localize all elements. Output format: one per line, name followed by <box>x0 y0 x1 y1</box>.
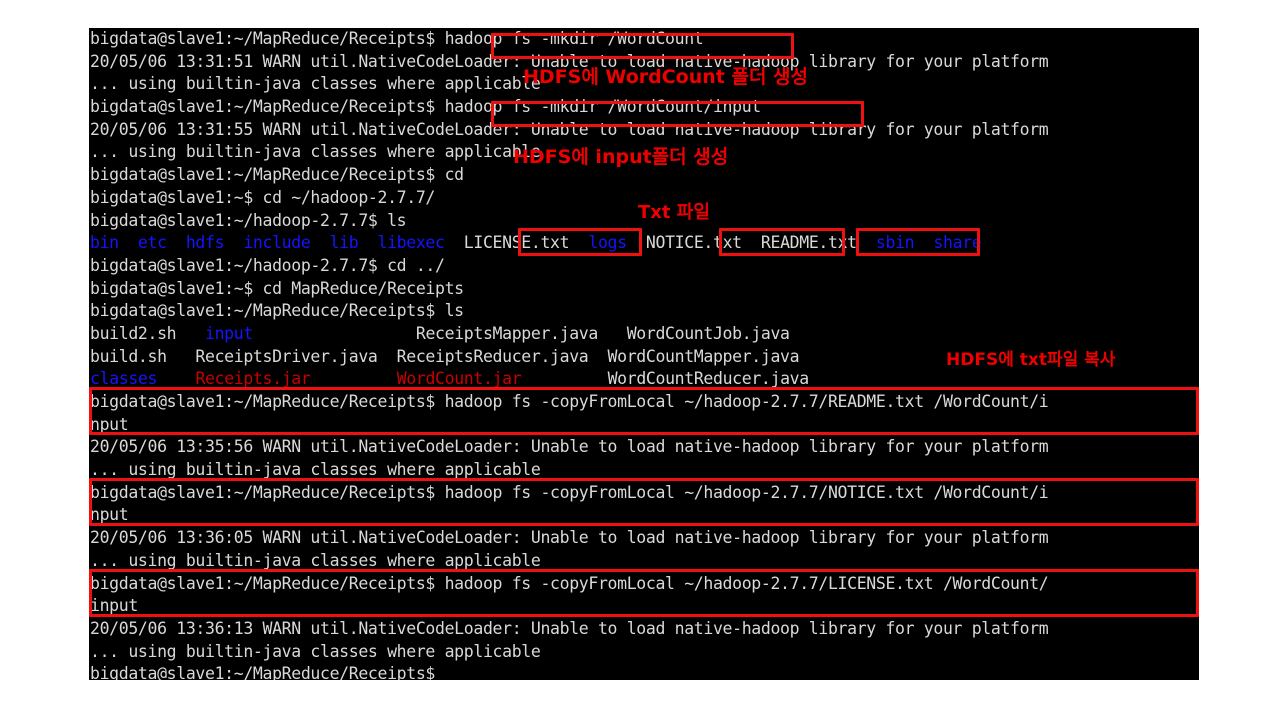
terminal-line: ... using builtin-java classes where app… <box>89 73 1199 96</box>
terminal-text-segment: bigdata@slave1:~/MapReduce/Receipts$ had… <box>90 97 761 117</box>
terminal-text-segment: LICENSE.txt <box>463 233 570 253</box>
terminal-line: 20/05/06 13:31:55 WARN util.NativeCodeLo… <box>89 119 1199 142</box>
terminal-text-segment: bigdata@slave1:~/MapReduce/Receipts$ cd <box>90 165 464 185</box>
terminal-text-segment: bin etc hdfs include lib libexec <box>90 233 464 253</box>
terminal-line: 20/05/06 13:31:51 WARN util.NativeCodeLo… <box>89 51 1199 74</box>
terminal-line: bigdata@slave1:~/hadoop-2.7.7$ ls <box>89 210 1199 233</box>
terminal-text-segment: bigdata@slave1:~/MapReduce/Receipts$ had… <box>90 482 1049 502</box>
terminal-text-segment: WordCount.jar <box>396 369 522 389</box>
terminal-line: build.sh ReceiptsDriver.java ReceiptsRed… <box>89 346 1199 369</box>
terminal-line: 20/05/06 13:35:56 WARN util.NativeCodeLo… <box>89 436 1199 459</box>
terminal-text-segment: bigdata@slave1:~/hadoop-2.7.7$ cd ../ <box>90 255 445 275</box>
terminal-line: ... using builtin-java classes where app… <box>89 141 1199 164</box>
terminal-line: input <box>89 595 1199 618</box>
terminal-text-segment: Receipts.jar <box>195 369 311 389</box>
terminal-text-segment: input <box>205 323 253 343</box>
terminal-text-segment: ... using builtin-java classes where app… <box>90 460 541 480</box>
terminal-text-segment: NOTICE.txt README.txt <box>645 233 857 253</box>
terminal-line: bigdata@slave1:~$ cd ~/hadoop-2.7.7/ <box>89 187 1199 210</box>
terminal-text-segment: bigdata@slave1:~$ cd ~/hadoop-2.7.7/ <box>90 187 436 207</box>
terminal-text-segment: ReceiptsMapper.java WordCountJob.java <box>252 323 790 343</box>
terminal-text-segment: 20/05/06 13:36:05 WARN util.NativeCodeLo… <box>90 528 1049 548</box>
terminal-window[interactable]: bigdata@slave1:~/MapReduce/Receipts$ had… <box>89 28 1199 680</box>
terminal-text-segment: bigdata@slave1:~/MapReduce/Receipts$ ls <box>90 301 464 321</box>
terminal-line: nput <box>89 504 1199 527</box>
terminal-text-segment: bigdata@slave1:~$ cd MapReduce/Receipts <box>90 278 464 298</box>
terminal-text-segment: input <box>90 596 138 616</box>
terminal-line: bigdata@slave1:~/MapReduce/Receipts$ had… <box>89 482 1199 505</box>
terminal-line: bigdata@slave1:~/MapReduce/Receipts$ ls <box>89 300 1199 323</box>
terminal-text-segment: ... using builtin-java classes where app… <box>90 142 541 162</box>
terminal-text-segment: sbin share <box>856 233 982 253</box>
terminal-line: build2.sh input ReceiptsMapper.java Word… <box>89 323 1199 346</box>
terminal-line: nput <box>89 414 1199 437</box>
terminal-text-segment: ... using builtin-java classes where app… <box>90 641 541 661</box>
terminal-line: ... using builtin-java classes where app… <box>89 459 1199 482</box>
terminal-text-segment: classes <box>90 369 158 389</box>
terminal-line: bigdata@slave1:~/hadoop-2.7.7$ cd ../ <box>89 255 1199 278</box>
terminal-line: bigdata@slave1:~/MapReduce/Receipts$ had… <box>89 28 1199 51</box>
terminal-line: bigdata@slave1:~/MapReduce/Receipts$ <box>89 663 1199 680</box>
terminal-line: classes Receipts.jar WordCount.jar WordC… <box>89 368 1199 391</box>
terminal-text-segment: bigdata@slave1:~/MapReduce/Receipts$ had… <box>90 392 1049 411</box>
terminal-text-segment: 20/05/06 13:36:13 WARN util.NativeCodeLo… <box>90 618 1049 638</box>
terminal-text-segment: nput <box>90 505 129 525</box>
terminal-text-segment: ... using builtin-java classes where app… <box>90 550 541 570</box>
terminal-line: ... using builtin-java classes where app… <box>89 641 1199 664</box>
terminal-line: bigdata@slave1:~/MapReduce/Receipts$ had… <box>89 391 1199 414</box>
terminal-line: ... using builtin-java classes where app… <box>89 550 1199 573</box>
terminal-text-segment: nput <box>90 414 129 434</box>
terminal-line: bigdata@slave1:~/MapReduce/Receipts$ had… <box>89 96 1199 119</box>
terminal-line: bigdata@slave1:~/MapReduce/Receipts$ cd <box>89 164 1199 187</box>
terminal-text-segment: ... using builtin-java classes where app… <box>90 74 541 94</box>
terminal-output: bigdata@slave1:~/MapReduce/Receipts$ had… <box>89 28 1199 680</box>
terminal-text-segment: 20/05/06 13:31:51 WARN util.NativeCodeLo… <box>90 51 1049 71</box>
terminal-text-segment: WordCountReducer.java <box>521 369 810 389</box>
terminal-line: bin etc hdfs include lib libexec LICENSE… <box>89 232 1199 255</box>
terminal-text-segment: 20/05/06 13:31:55 WARN util.NativeCodeLo… <box>90 119 1049 139</box>
terminal-line: bigdata@slave1:~/MapReduce/Receipts$ had… <box>89 573 1199 596</box>
terminal-text-segment: logs <box>588 233 627 253</box>
terminal-text-segment: bigdata@slave1:~/hadoop-2.7.7$ ls <box>90 210 407 230</box>
terminal-line: bigdata@slave1:~$ cd MapReduce/Receipts <box>89 278 1199 301</box>
terminal-text-segment: bigdata@slave1:~/MapReduce/Receipts$ had… <box>90 29 704 48</box>
terminal-text-segment: bigdata@slave1:~/MapReduce/Receipts$ <box>90 664 436 680</box>
terminal-line: 20/05/06 13:36:13 WARN util.NativeCodeLo… <box>89 618 1199 641</box>
terminal-line: 20/05/06 13:36:05 WARN util.NativeCodeLo… <box>89 527 1199 550</box>
terminal-text-segment: build2.sh <box>90 323 206 343</box>
screenshot-root: bigdata@slave1:~/MapReduce/Receipts$ had… <box>0 0 1280 720</box>
terminal-text-segment: build.sh ReceiptsDriver.java ReceiptsRed… <box>90 346 800 366</box>
terminal-text-segment: 20/05/06 13:35:56 WARN util.NativeCodeLo… <box>90 437 1049 457</box>
terminal-text-segment: bigdata@slave1:~/MapReduce/Receipts$ had… <box>90 573 1049 593</box>
